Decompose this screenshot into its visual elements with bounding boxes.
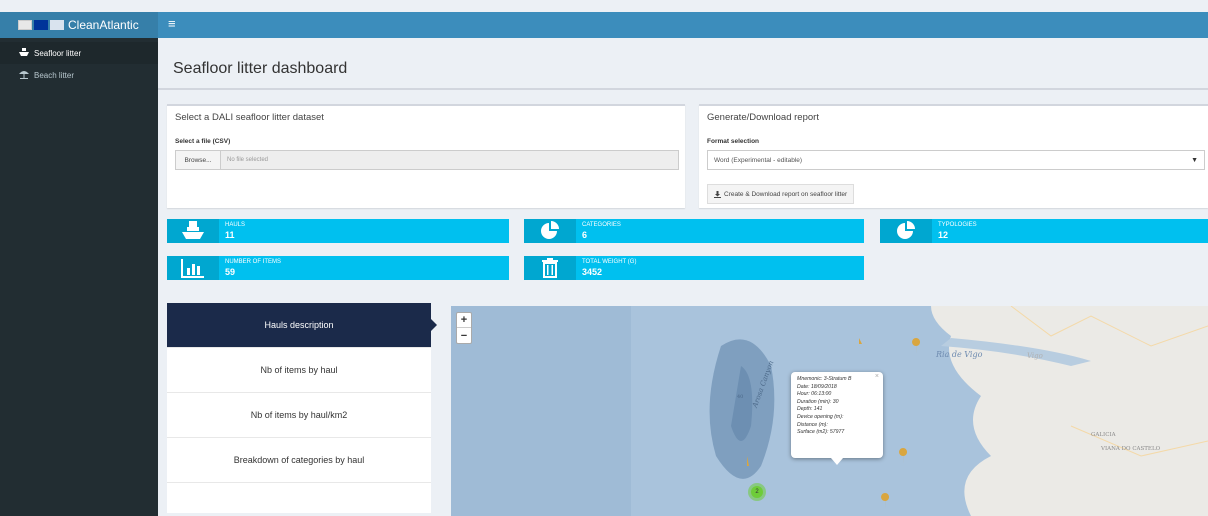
popup-line: Device opening (m):	[797, 413, 844, 420]
info-box-value: 6	[582, 230, 588, 240]
format-label: Format selection	[707, 138, 760, 145]
report-box-title: Generate/Download report	[707, 112, 819, 123]
popup-line: Date: 18/09/2018	[797, 383, 837, 390]
format-select-value: Word (Experimental - editable)	[714, 156, 803, 164]
tab-label: Hauls description	[264, 320, 334, 330]
map-label-castelo: VIANA DO CASTELO	[1101, 446, 1161, 452]
popup-line: Duration (min): 30	[797, 398, 839, 405]
eu-flag-icon	[34, 20, 48, 30]
pie-chart-icon	[524, 219, 576, 243]
brand-logo[interactable]: CleanAtlantic	[0, 12, 158, 38]
file-input: Browse... No file selected	[175, 150, 679, 170]
map-label-galicia: GALICIA	[1091, 432, 1116, 438]
top-header: CleanAtlantic ≡	[0, 12, 1208, 38]
pie-chart-icon	[880, 219, 932, 243]
zoom-out-button[interactable]: −	[457, 328, 471, 343]
popup-line: Distance (m):	[797, 421, 828, 428]
info-box-value: 3452	[582, 267, 603, 277]
info-box-value: 59	[225, 267, 236, 277]
popup-line: Mnemonic: 3-Stratum B	[797, 376, 852, 382]
info-box-value: 12	[938, 230, 949, 240]
ship-icon	[167, 219, 219, 243]
marker-cluster-count: 2	[751, 486, 763, 498]
title-divider	[158, 88, 1208, 90]
info-box-typologies: TYPOLOGIES 12	[880, 219, 1208, 243]
info-box-label: TOTAL WEIGHT (G)	[582, 259, 637, 265]
browse-button[interactable]: Browse...	[175, 150, 221, 170]
info-box-label: NUMBER OF ITEMS	[225, 259, 282, 265]
interreg-logo	[18, 20, 32, 30]
file-label: Select a file (CSV)	[175, 138, 231, 145]
hamburger-icon[interactable]: ≡	[168, 16, 176, 31]
zoom-control: + −	[456, 312, 472, 344]
popup-line: Surface (m2): 57977	[797, 429, 845, 436]
page-title: Seafloor litter dashboard	[173, 60, 348, 77]
brand-name: CleanAtlantic	[68, 18, 139, 32]
report-box: Generate/Download report Format selectio…	[699, 104, 1208, 208]
dataset-box-title: Select a DALI seafloor litter dataset	[175, 112, 324, 123]
trash-icon	[524, 256, 576, 280]
tab-label: Breakdown of categories by haul	[233, 455, 365, 465]
sidebar-item-label: Beach litter	[34, 70, 75, 80]
tab-label: Nb of items by haul	[260, 365, 338, 375]
sidebar-item-beach-litter[interactable]: Beach litter	[0, 64, 158, 86]
hauls-map[interactable]: Ria de Vigo Vigo GALICIA VIANA DO CASTEL…	[451, 306, 1208, 516]
download-icon	[714, 190, 721, 198]
logo-flags	[18, 20, 64, 30]
info-box-label: TYPOLOGIES	[938, 222, 977, 228]
tab-list: Hauls description Nb of items by haul Nb…	[167, 303, 437, 513]
info-box-value: 11	[225, 230, 235, 240]
partner-logo	[50, 20, 64, 30]
main-content: Seafloor litter dashboard Select a DALI …	[158, 38, 1208, 516]
info-box-label: CATEGORIES	[582, 222, 621, 228]
tab-breakdown-categories[interactable]: Breakdown of categories by haul	[167, 438, 431, 483]
file-name-display: No file selected	[221, 150, 679, 170]
download-report-label: Create & Download report on seafloor lit…	[724, 190, 848, 198]
format-select[interactable]: Word (Experimental - editable) ▼	[707, 150, 1205, 170]
popup-line: Hour: 06:13:00	[797, 391, 832, 398]
umbrella-icon	[18, 70, 30, 81]
close-icon[interactable]: ×	[875, 373, 879, 380]
marker-cluster[interactable]: 2	[748, 483, 766, 501]
info-box-label: HAULS	[225, 222, 246, 228]
sidebar-item-label: Seafloor litter	[34, 48, 82, 58]
tab-label: Nb of items by haul/km2	[250, 410, 348, 420]
info-box-number-of-items: NUMBER OF ITEMS 59	[167, 256, 509, 280]
map-label-ria: Ria de Vigo	[936, 350, 983, 359]
info-box-categories: CATEGORIES 6	[524, 219, 864, 243]
download-report-button[interactable]: Create & Download report on seafloor lit…	[707, 184, 855, 204]
dataset-box: Select a DALI seafloor litter dataset Se…	[167, 104, 685, 208]
haul-popup: × Mnemonic: 3-Stratum B Date: 18/09/2018…	[791, 372, 883, 465]
tab-list-spacer	[167, 483, 431, 513]
popup-line: Depth: 141	[797, 406, 823, 413]
bar-chart-icon	[167, 256, 219, 280]
tab-nb-items-by-haul-km2[interactable]: Nb of items by haul/km2	[167, 393, 431, 438]
zoom-in-button[interactable]: +	[457, 313, 471, 328]
info-box-total-weight: TOTAL WEIGHT (G) 3452	[524, 256, 864, 280]
map-depth-label: 40	[737, 394, 744, 400]
info-box-hauls: HAULS 11	[167, 219, 509, 243]
map-label-vigo: Vigo	[1027, 352, 1043, 360]
sidebar-item-seafloor-litter[interactable]: Seafloor litter	[0, 42, 158, 64]
sidebar: Seafloor litter Beach litter	[0, 38, 158, 516]
tab-nb-items-by-haul[interactable]: Nb of items by haul	[167, 348, 431, 393]
ship-icon	[18, 47, 30, 59]
tab-hauls-description[interactable]: Hauls description	[167, 303, 437, 348]
caret-down-icon: ▼	[1191, 157, 1198, 164]
